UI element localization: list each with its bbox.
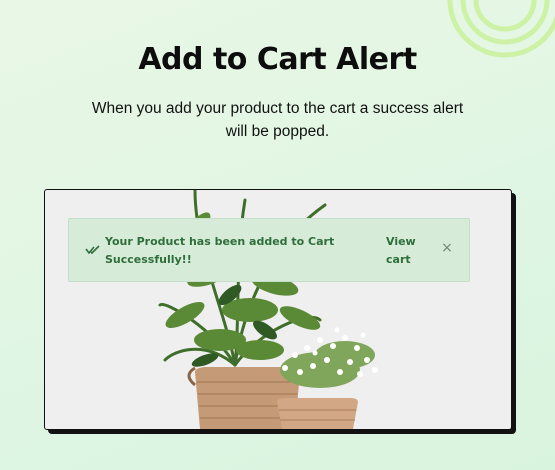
success-alert: Your Product has been added to Cart Succ… [68, 218, 470, 282]
alert-message: Your Product has been added to Cart Succ… [105, 235, 335, 266]
view-cart-link[interactable]: View cart [386, 233, 426, 269]
double-check-icon [85, 245, 100, 255]
close-icon[interactable]: × [440, 239, 454, 257]
page-title: Add to Cart Alert [138, 42, 417, 77]
page-subtitle: When you add your product to the cart a … [91, 100, 464, 140]
product-preview-frame: Your Product has been added to Cart Succ… [44, 189, 512, 430]
